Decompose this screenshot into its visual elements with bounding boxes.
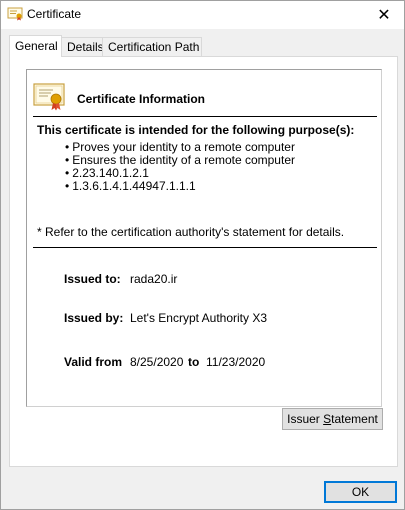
- divider: [33, 247, 377, 248]
- list-item: 1.3.6.1.4.1.44947.1.1.1: [65, 180, 295, 193]
- tab-general[interactable]: General: [9, 35, 62, 57]
- certificate-info-box: Certificate Information This certificate…: [26, 69, 382, 407]
- valid-to-value: 11/23/2020: [206, 355, 266, 369]
- valid-from-value: 8/25/2020: [130, 355, 184, 369]
- divider: [33, 116, 377, 117]
- certificate-dialog: Certificate ✕ General Details Certificat…: [0, 0, 405, 510]
- ok-button[interactable]: OK: [324, 481, 397, 503]
- valid-from-label: Valid from: [64, 355, 123, 369]
- close-icon: ✕: [377, 7, 391, 24]
- close-button[interactable]: ✕: [364, 1, 404, 29]
- purpose-list: Proves your identity to a remote compute…: [65, 141, 295, 193]
- general-tab-panel: Certificate Information This certificate…: [9, 56, 398, 467]
- authority-note: * Refer to the certification authority's…: [37, 225, 345, 239]
- certificate-icon: [33, 83, 65, 111]
- tab-certification-path[interactable]: Certification Path: [102, 37, 202, 56]
- valid-to-label: to: [188, 355, 200, 369]
- issued-to-label: Issued to:: [64, 272, 121, 286]
- issuer-statement-button[interactable]: Issuer Statement: [282, 408, 383, 430]
- info-heading: Certificate Information: [77, 92, 206, 106]
- title-bar[interactable]: Certificate ✕: [1, 1, 404, 29]
- issued-to-value: rada20.ir: [130, 272, 178, 286]
- window-title: Certificate: [27, 7, 82, 21]
- purpose-heading: This certificate is intended for the fol…: [37, 123, 355, 137]
- issued-by-label: Issued by:: [64, 311, 124, 325]
- issued-by-value: Let's Encrypt Authority X3: [130, 311, 268, 325]
- certificate-icon: [7, 7, 23, 21]
- tab-details[interactable]: Details: [61, 37, 104, 56]
